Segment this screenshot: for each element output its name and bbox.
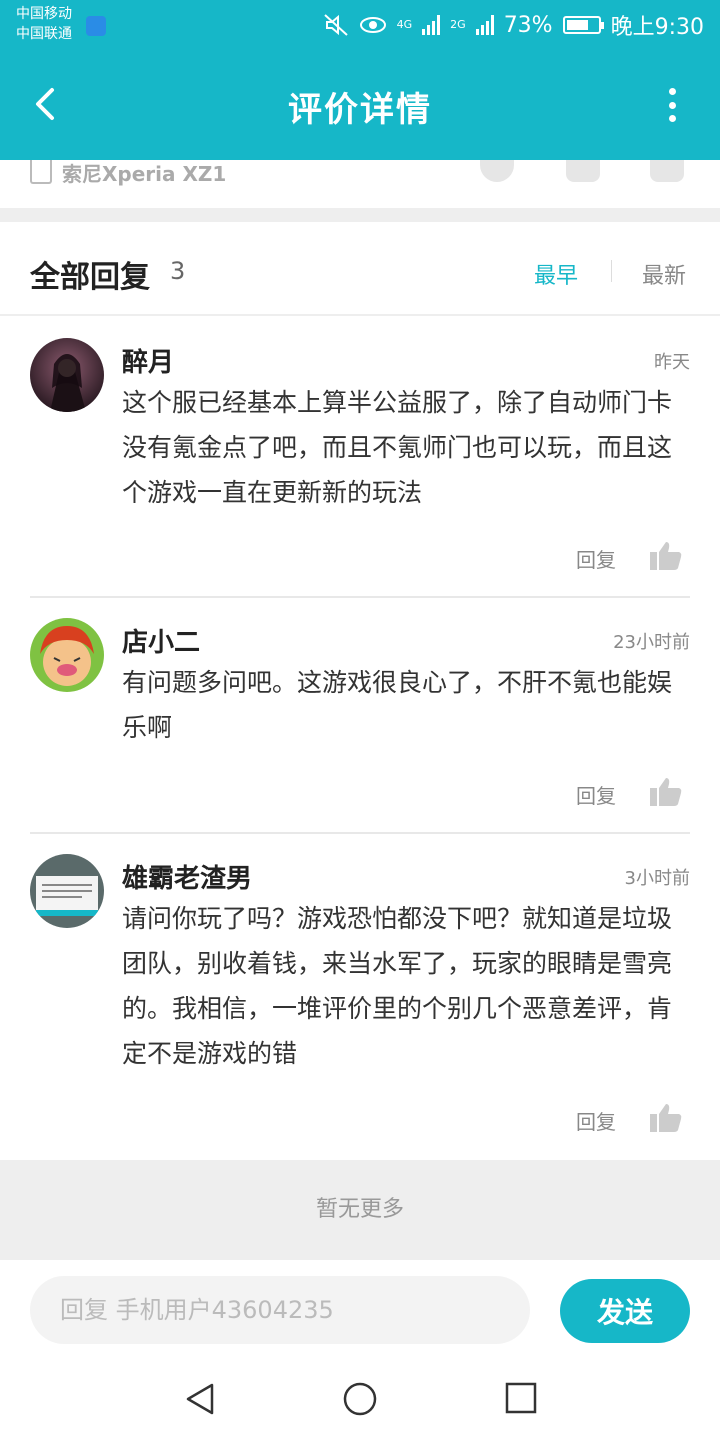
reply-composer: 发送 — [0, 1260, 720, 1356]
thumbs-up-icon[interactable] — [650, 1102, 682, 1132]
comment-time: 23小时前 — [613, 632, 690, 653]
reply-button[interactable]: 回复 — [576, 544, 616, 573]
mute-icon — [323, 14, 348, 36]
like-icon[interactable] — [566, 160, 600, 182]
device-name: 索尼Xperia XZ1 — [62, 162, 227, 186]
comment-item: 醉月 昨天 这个服已经基本上算半公益服了，除了自动师门卡没有氪金点了吧，而且不氪… — [30, 318, 690, 598]
nav-home-icon[interactable] — [342, 1382, 378, 1418]
avatar[interactable] — [30, 618, 104, 692]
reply-button[interactable]: 回复 — [576, 780, 616, 809]
app-header: 评价详情 — [0, 50, 720, 160]
signal-icon-2 — [475, 15, 494, 35]
clock: 晚上9:30 — [610, 15, 704, 40]
network-type-2: 2G — [450, 18, 466, 31]
shield-icon — [86, 16, 106, 36]
sort-latest-button[interactable]: 最新 — [642, 258, 686, 290]
device-info-row: 索尼Xperia XZ1 — [0, 160, 720, 208]
battery-icon — [562, 16, 604, 34]
nav-back-icon[interactable] — [184, 1382, 216, 1416]
thumbs-up-icon[interactable] — [650, 776, 682, 806]
send-button[interactable]: 发送 — [560, 1279, 690, 1343]
eye-icon — [359, 17, 386, 33]
no-more-label: 暂无更多 — [0, 1160, 720, 1260]
comment-text: 这个服已经基本上算半公益服了，除了自动师门卡没有氪金点了吧，而且不氪师门也可以玩… — [122, 388, 673, 507]
phone-icon — [30, 160, 52, 184]
avatar[interactable] — [30, 338, 104, 412]
replies-title: 全部回复 — [30, 260, 150, 295]
replies-header: 全部回复 3 最早 最新 — [0, 222, 720, 316]
page-title: 评价详情 — [288, 90, 432, 130]
status-indicators: 4G 2G 73% 晚上9:30 — [323, 8, 704, 42]
sort-divider — [611, 260, 612, 282]
comment-time: 3小时前 — [624, 868, 690, 889]
sort-earliest-button[interactable]: 最早 — [534, 258, 578, 290]
thumbs-up-icon[interactable] — [650, 540, 682, 570]
network-type-1: 4G — [396, 18, 413, 31]
reply-input[interactable] — [30, 1276, 530, 1344]
battery-fill — [566, 20, 589, 30]
status-bar: 中国移动 中国联通 4G 2G 73% 晚上9:30 — [0, 0, 720, 50]
carrier-info: 中国移动 中国联通 — [16, 4, 72, 44]
reply-button[interactable]: 回复 — [576, 1106, 616, 1135]
comment-item: 雄霸老渣男 3小时前 请问你玩了吗？游戏恐怕都没下吧？就知道是垃圾团队，别收着钱… — [30, 834, 690, 1160]
dislike-icon[interactable] — [650, 160, 684, 182]
comment-author[interactable]: 醉月 — [122, 342, 174, 379]
battery-percent: 73% — [503, 12, 553, 38]
comment-author[interactable]: 店小二 — [122, 622, 200, 659]
replies-count: 3 — [170, 257, 186, 285]
comment-text: 请问你玩了吗？游戏恐怕都没下吧？就知道是垃圾团队，别收着钱，来当水军了，玩家的眼… — [122, 904, 673, 1068]
system-nav-bar — [0, 1356, 720, 1440]
nav-recents-icon[interactable] — [505, 1382, 537, 1414]
comment-author[interactable]: 雄霸老渣男 — [122, 858, 252, 895]
smiley-icon[interactable] — [480, 160, 514, 182]
section-divider — [0, 208, 720, 222]
carrier-1: 中国移动 — [16, 6, 72, 22]
carrier-2: 中国联通 — [16, 26, 72, 42]
more-options-icon[interactable] — [668, 88, 676, 122]
comment-time: 昨天 — [654, 352, 690, 373]
comment-item: 店小二 23小时前 有问题多问吧。这游戏很良心了，不肝不氪也能娱乐啊 回复 — [30, 598, 690, 834]
avatar[interactable] — [30, 854, 104, 928]
signal-icon — [422, 15, 441, 35]
comment-text: 有问题多问吧。这游戏很良心了，不肝不氪也能娱乐啊 — [122, 668, 673, 742]
